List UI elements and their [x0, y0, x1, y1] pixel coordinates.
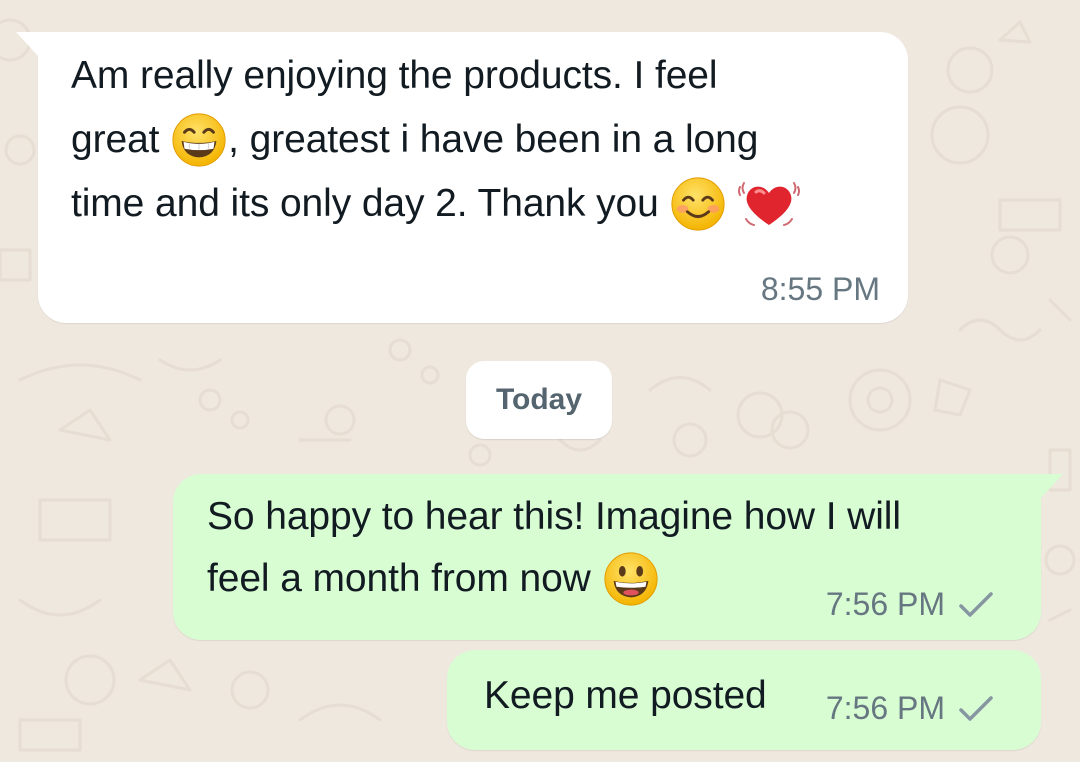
grinning-eyes-emoji	[170, 111, 228, 169]
outgoing-message-bubble[interactable]: So happy to hear this! Imagine how I wil…	[173, 474, 1063, 640]
incoming-message-line-2: great , greatest i have been in a long	[71, 108, 800, 172]
message-meta: 7:56 PM	[826, 690, 995, 727]
smiling-face-emoji	[669, 175, 727, 233]
single-check-icon	[957, 590, 995, 620]
outgoing-message-text: So happy to hear this! Imagine how I wil…	[207, 486, 901, 610]
outgoing-message-line-2: feel a month from now	[207, 548, 901, 610]
incoming-message-line-1: Am really enjoying the products. I feel	[71, 54, 718, 97]
incoming-message-line-3: time and its only day 2. Thank you	[71, 172, 801, 236]
message-timestamp: 7:56 PM	[825, 586, 945, 622]
incoming-message-bubble[interactable]: Am really enjoying the products. I feel …	[16, 32, 908, 323]
incoming-message-line-3-text: time and its only day 2. Thank you	[71, 182, 659, 225]
message-timestamp: 7:56 PM	[825, 690, 945, 726]
incoming-message-text: Am really enjoying the products. I feel …	[71, 44, 801, 236]
outgoing-message-bubble[interactable]: Keep me posted 7:56 PM	[447, 650, 1041, 750]
outgoing-message-line-1: So happy to hear this! Imagine how I wil…	[207, 495, 901, 538]
bubble-tail	[1041, 474, 1063, 498]
message-meta: 7:56 PM	[826, 586, 995, 623]
bubble-tail	[16, 32, 38, 56]
beating-heart-emoji	[738, 173, 801, 235]
outgoing-message-line-2-text: feel a month from now	[207, 557, 591, 600]
date-divider: Today	[466, 361, 612, 439]
message-timestamp: 8:55 PM	[760, 271, 880, 307]
incoming-message-line-2-end: , greatest i have been in a long	[228, 118, 759, 161]
incoming-message-line-2-start: great	[71, 118, 160, 161]
outgoing-message-text: Keep me posted	[484, 674, 767, 717]
single-check-icon	[957, 694, 995, 724]
grinning-face-emoji	[602, 550, 660, 608]
